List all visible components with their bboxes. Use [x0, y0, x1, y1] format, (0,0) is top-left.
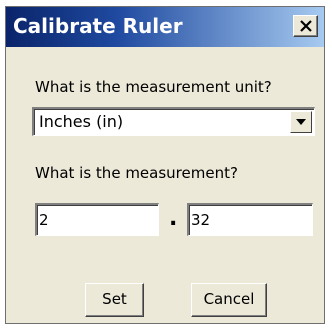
unit-select-value: Inches (in): [39, 112, 124, 131]
close-button[interactable]: [293, 15, 318, 37]
unit-label: What is the measurement unit?: [35, 78, 272, 96]
cancel-button[interactable]: Cancel: [191, 283, 267, 317]
measurement-integer-field[interactable]: [35, 203, 159, 236]
chevron-down-icon: [296, 119, 306, 125]
measurement-fraction-field[interactable]: [187, 203, 313, 236]
title-bar: Calibrate Ruler: [6, 7, 324, 47]
close-icon: [300, 20, 312, 32]
calibrate-ruler-dialog: Calibrate Ruler What is the measurement …: [5, 6, 325, 324]
unit-dropdown-button[interactable]: [290, 111, 312, 133]
dialog-title: Calibrate Ruler: [13, 14, 183, 38]
measurement-label: What is the measurement?: [35, 164, 238, 182]
unit-select[interactable]: Inches (in): [32, 107, 315, 136]
set-button[interactable]: Set: [85, 283, 144, 317]
decimal-separator: .: [169, 206, 178, 231]
